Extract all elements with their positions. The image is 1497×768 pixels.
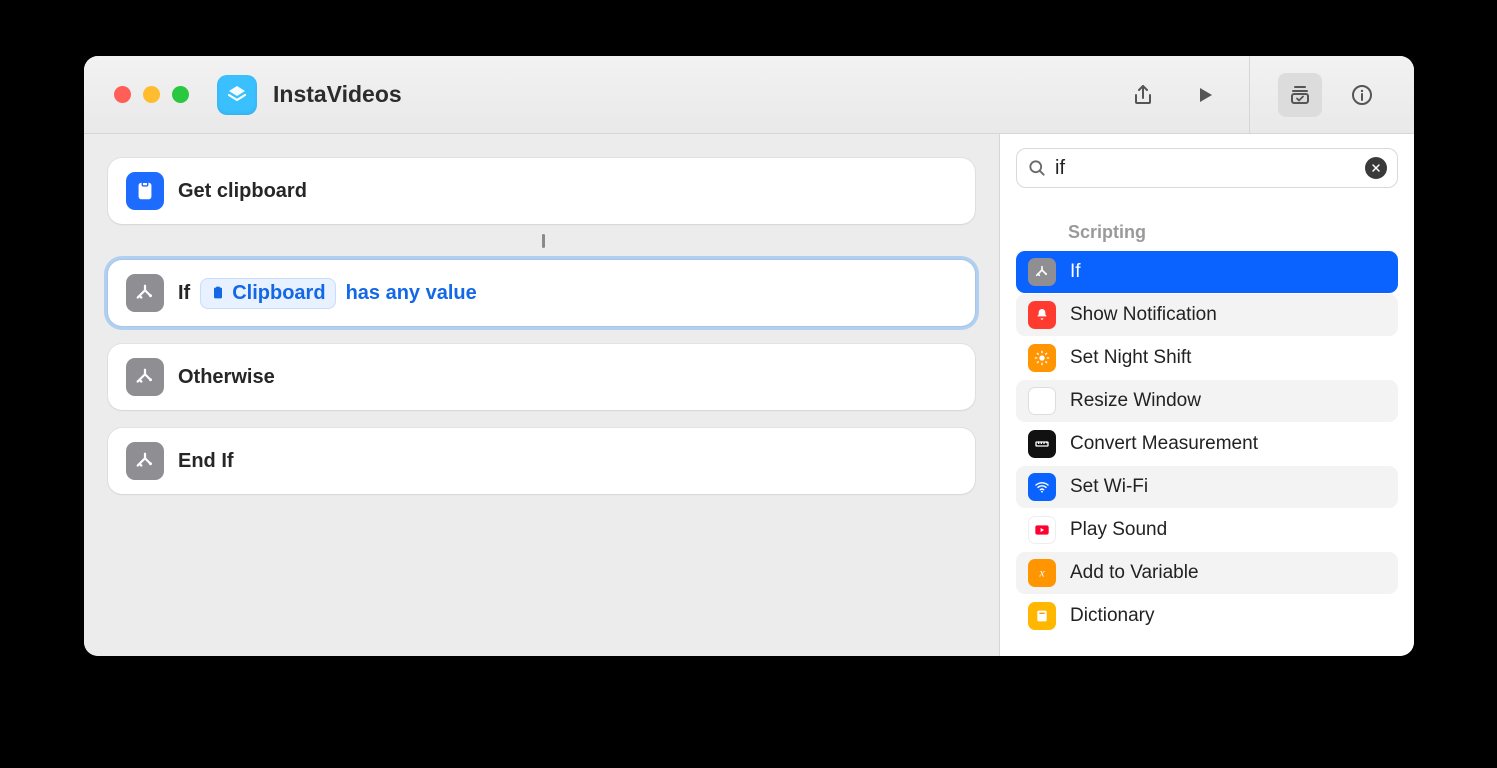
sun-icon xyxy=(1028,344,1056,372)
action-title: Otherwise xyxy=(178,366,275,389)
branch-icon xyxy=(126,274,164,312)
action-results: Scripting If Show Notification Set Night S… xyxy=(1000,198,1414,656)
action-result-label: If xyxy=(1070,261,1081,283)
results-section-header: Scripting xyxy=(1016,202,1398,251)
svg-text:x: x xyxy=(1038,565,1045,579)
action-search-input[interactable] xyxy=(1047,157,1365,180)
action-result-label: Play Sound xyxy=(1070,519,1167,541)
x-icon: x xyxy=(1028,559,1056,587)
bell-icon xyxy=(1028,301,1056,329)
action-result-convert-measurement[interactable]: Convert Measurement xyxy=(1016,423,1398,465)
toolbar-right xyxy=(1260,73,1394,117)
action-library-toggle[interactable] xyxy=(1278,73,1322,117)
splitgrid-icon xyxy=(1028,387,1056,415)
share-button[interactable] xyxy=(1121,73,1165,117)
if-keyword: If xyxy=(178,282,190,305)
action-title: Get clipboard xyxy=(178,180,307,203)
action-result-label: Dictionary xyxy=(1070,605,1154,627)
clear-search-button[interactable] xyxy=(1365,157,1387,179)
variable-token-label: Clipboard xyxy=(232,282,325,305)
action-result-label: Set Night Shift xyxy=(1070,347,1191,369)
search-icon xyxy=(1027,158,1047,178)
workflow-editor[interactable]: Get clipboard If Clipboard has any value Oth… xyxy=(84,134,1000,656)
run-button[interactable] xyxy=(1183,73,1227,117)
action-result-resize-window[interactable]: Resize Window xyxy=(1016,380,1398,422)
action-result-label: Convert Measurement xyxy=(1070,433,1258,455)
variable-token-clipboard[interactable]: Clipboard xyxy=(200,278,335,309)
minimize-window-button[interactable] xyxy=(143,86,160,103)
action-result-label: Add to Variable xyxy=(1070,562,1199,584)
close-window-button[interactable] xyxy=(114,86,131,103)
app-window: InstaVideos xyxy=(84,56,1414,656)
clipboard-icon xyxy=(126,172,164,210)
ruler-icon xyxy=(1028,430,1056,458)
zoom-window-button[interactable] xyxy=(172,86,189,103)
shortcut-title[interactable]: InstaVideos xyxy=(273,81,402,108)
action-otherwise[interactable]: Otherwise xyxy=(108,344,975,410)
shortcut-app-icon xyxy=(217,75,257,115)
branch-icon xyxy=(1028,258,1056,286)
action-result-dictionary[interactable]: Dictionary xyxy=(1016,595,1398,637)
action-result-label: Set Wi-Fi xyxy=(1070,476,1148,498)
window-controls xyxy=(114,86,189,103)
action-if[interactable]: If Clipboard has any value xyxy=(108,260,975,326)
titlebar: InstaVideos xyxy=(84,56,1414,134)
action-get-clipboard[interactable]: Get clipboard xyxy=(108,158,975,224)
action-result-play-sound[interactable]: Play Sound xyxy=(1016,509,1398,551)
action-result-add-to-variable[interactable]: x Add to Variable xyxy=(1016,552,1398,594)
action-result-set-night-shift[interactable]: Set Night Shift xyxy=(1016,337,1398,379)
if-expression: If Clipboard has any value xyxy=(178,278,477,309)
insertion-point[interactable] xyxy=(108,238,975,248)
action-result-label: Resize Window xyxy=(1070,390,1201,412)
branch-icon xyxy=(126,442,164,480)
action-result-set-wi-fi[interactable]: Set Wi-Fi xyxy=(1016,466,1398,508)
action-result-label: Show Notification xyxy=(1070,304,1217,326)
action-end-if[interactable]: End If xyxy=(108,428,975,494)
book-icon xyxy=(1028,602,1056,630)
action-result-if[interactable]: If xyxy=(1016,251,1398,293)
info-button[interactable] xyxy=(1340,73,1384,117)
play-icon xyxy=(1028,516,1056,544)
toolbar-separator xyxy=(1249,56,1250,134)
wifi-icon xyxy=(1028,473,1056,501)
action-result-show-notification[interactable]: Show Notification xyxy=(1016,294,1398,336)
condition-picker[interactable]: has any value xyxy=(346,282,477,305)
action-library-sidebar: Scripting If Show Notification Set Night S… xyxy=(1000,134,1414,656)
action-search xyxy=(1016,148,1398,188)
branch-icon xyxy=(126,358,164,396)
action-title: End If xyxy=(178,450,234,473)
